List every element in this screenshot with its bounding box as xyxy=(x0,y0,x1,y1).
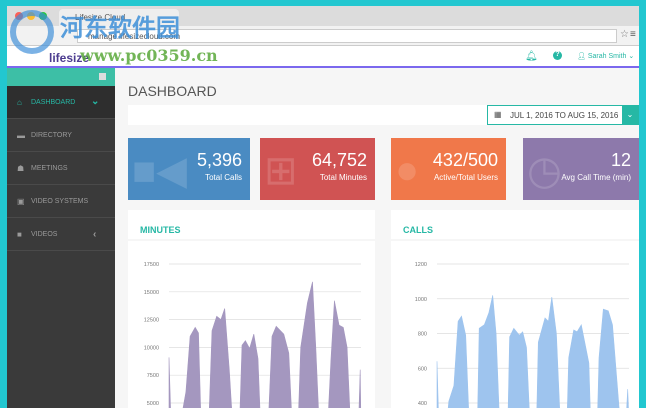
menu-icon[interactable]: ≡ xyxy=(630,29,636,40)
y-tick-label: 800 xyxy=(418,332,427,338)
video-system-icon: ▣ xyxy=(17,197,25,206)
hierarchy-icon: ⊞ xyxy=(264,149,298,193)
y-tick-label: 1200 xyxy=(415,262,427,268)
stat-card-avg-call-time: ◷ 12 Avg Call Time (min) xyxy=(523,138,639,200)
y-tick-label: 12500 xyxy=(144,318,159,324)
page-title: DASHBOARD xyxy=(128,83,217,99)
area-series xyxy=(168,281,362,408)
user-name: Sarah Smith xyxy=(587,53,627,60)
video-camera-icon: ■◀ xyxy=(132,149,187,193)
sidebar: ⌂ DASHBOARD ⌄ ▬ DIRECTORY ☗ MEETINGS ▣ VIDEO … xyxy=(7,68,115,408)
y-tick-label: 600 xyxy=(418,366,427,372)
sidebar-toggle-icon[interactable] xyxy=(99,73,106,80)
meetings-icon: ☗ xyxy=(17,164,25,173)
chevron-down-icon: ⌄ xyxy=(91,96,100,107)
watermark-logo-icon xyxy=(10,10,54,54)
sidebar-item-label: VIDEOS xyxy=(31,231,58,238)
sidebar-item-video-systems[interactable]: ▣ VIDEO SYSTEMS xyxy=(7,185,115,218)
y-tick-label: 1000 xyxy=(415,297,427,303)
user-menu[interactable]: 👤︎ Sarah Smith ⌄ xyxy=(577,52,634,60)
y-tick-label: 15000 xyxy=(144,290,159,296)
help-icon[interactable]: ? xyxy=(553,51,562,60)
y-tick-label: 5000 xyxy=(147,401,159,407)
date-range-text: JUL 1, 2016 TO AUG 15, 2016 xyxy=(510,111,619,120)
area-series xyxy=(436,295,629,408)
user-icon: ● xyxy=(395,148,420,192)
sidebar-item-label: MEETINGS xyxy=(31,165,68,172)
chevron-down-icon: ⌄ xyxy=(628,53,635,60)
calls-chart: 1200 1000 800 600 400 xyxy=(391,239,639,408)
sidebar-item-directory[interactable]: ▬ DIRECTORY xyxy=(7,119,115,152)
browser-window: Lifesize Cloud manage.lifesizecloud.com … xyxy=(7,6,639,408)
user-icon: 👤︎ xyxy=(577,53,588,60)
chevron-left-icon: ‹ xyxy=(93,229,97,240)
sidebar-item-meetings[interactable]: ☗ MEETINGS xyxy=(7,152,115,185)
date-range-picker[interactable]: ▦ JUL 1, 2016 TO AUG 15, 2016 ⌄ xyxy=(487,105,639,125)
y-tick-label: 7500 xyxy=(147,373,159,379)
sidebar-item-videos[interactable]: ■ VIDEOS ‹ xyxy=(7,218,115,251)
sidebar-toggle-bar xyxy=(7,68,115,86)
folder-icon: ▬ xyxy=(17,131,25,140)
stat-card-total-calls: ■◀ 5,396 Total Calls xyxy=(128,138,250,200)
video-icon: ■ xyxy=(17,230,22,239)
chevron-down-icon[interactable]: ⌄ xyxy=(622,106,638,124)
y-tick-label: 400 xyxy=(418,401,427,407)
home-icon: ⌂ xyxy=(17,98,22,107)
sidebar-item-label: DASHBOARD xyxy=(31,99,76,106)
minutes-chart-panel: MINUTES 17500 15000 12500 10000 7500 5000 xyxy=(128,210,375,408)
clock-icon: ◷ xyxy=(527,149,562,193)
calendar-icon: ▦ xyxy=(494,110,502,119)
sidebar-item-dashboard[interactable]: ⌂ DASHBOARD ⌄ xyxy=(7,86,115,119)
minutes-chart: 17500 15000 12500 10000 7500 5000 xyxy=(128,239,375,408)
y-tick-label: 17500 xyxy=(144,262,159,268)
bell-icon[interactable]: 🔔︎ xyxy=(525,51,538,62)
sidebar-item-label: DIRECTORY xyxy=(31,132,72,139)
sidebar-item-label: VIDEO SYSTEMS xyxy=(31,198,89,205)
stat-card-users: ● 432/500 Active/Total Users xyxy=(391,138,506,200)
watermark-url: www.pc0359.cn xyxy=(80,46,218,65)
watermark-title: 河东软件园 xyxy=(60,13,180,42)
stat-card-total-minutes: ⊞ 64,752 Total Minutes xyxy=(260,138,375,200)
star-icon[interactable]: ☆ xyxy=(620,29,629,40)
calls-chart-panel: CALLS 1200 1000 800 600 400 xyxy=(391,210,639,408)
y-tick-label: 10000 xyxy=(144,345,159,351)
